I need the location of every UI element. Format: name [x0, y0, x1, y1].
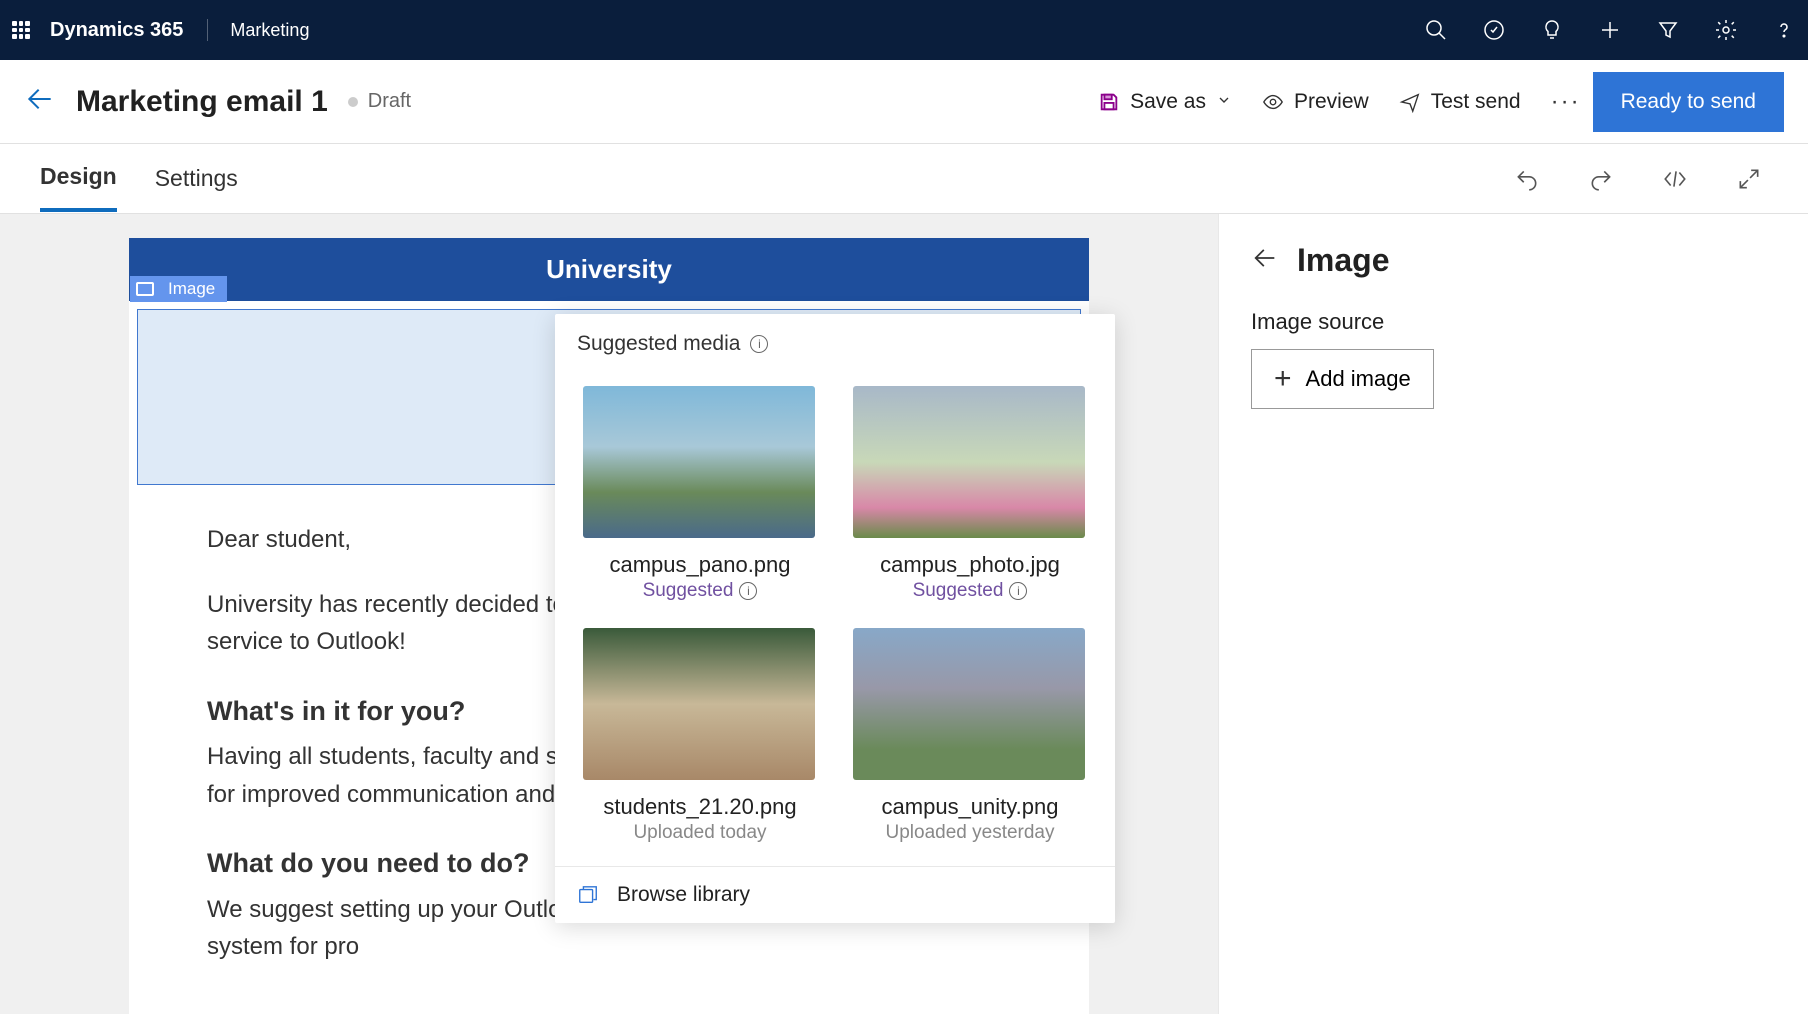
- plus-icon: +: [1274, 364, 1292, 394]
- status-badge: Draft: [368, 90, 411, 113]
- info-icon[interactable]: i: [750, 335, 768, 353]
- tab-bar: Design Settings: [0, 144, 1808, 214]
- media-meta: Uploaded yesterday: [853, 822, 1087, 844]
- brand-name[interactable]: Dynamics 365: [50, 19, 203, 42]
- lightbulb-icon[interactable]: [1540, 18, 1564, 42]
- app-launcher-icon[interactable]: [12, 21, 30, 39]
- add-icon[interactable]: [1598, 18, 1622, 42]
- undo-icon[interactable]: [1514, 166, 1540, 192]
- global-nav: Dynamics 365 Marketing: [0, 0, 1808, 60]
- status-dot: [348, 97, 358, 107]
- element-selection-tag[interactable]: Image: [130, 276, 227, 302]
- workspace: University Image Dear student, Universit…: [0, 214, 1808, 1014]
- media-header-label: Suggested media: [577, 332, 740, 356]
- tab-settings[interactable]: Settings: [155, 147, 238, 210]
- info-icon[interactable]: i: [739, 582, 757, 600]
- email-header[interactable]: University: [129, 238, 1089, 301]
- panel-back-button[interactable]: [1251, 244, 1279, 277]
- media-panel-header: Suggested media i: [555, 314, 1115, 364]
- chevron-down-icon[interactable]: [1216, 90, 1232, 114]
- test-send-label: Test send: [1431, 90, 1521, 114]
- page-title: Marketing email 1: [76, 85, 328, 119]
- library-icon: [577, 884, 599, 906]
- properties-panel: Image Image source + Add image: [1218, 214, 1808, 1014]
- media-filename: campus_photo.jpg: [853, 552, 1087, 578]
- media-thumbnail: [583, 386, 815, 538]
- browse-library-button[interactable]: Browse library: [555, 866, 1115, 923]
- add-image-button[interactable]: + Add image: [1251, 349, 1434, 409]
- target-icon[interactable]: [1482, 18, 1506, 42]
- media-filename: campus_unity.png: [853, 794, 1087, 820]
- search-icon[interactable]: [1424, 18, 1448, 42]
- element-tag-label: Image: [168, 279, 215, 299]
- add-image-label: Add image: [1306, 366, 1411, 392]
- gear-icon[interactable]: [1714, 18, 1738, 42]
- filter-icon[interactable]: [1656, 18, 1680, 42]
- media-thumbnail: [853, 386, 1085, 538]
- expand-icon[interactable]: [1736, 166, 1762, 192]
- preview-button[interactable]: Preview: [1262, 90, 1369, 114]
- media-meta: Suggestedi: [583, 580, 817, 602]
- code-icon[interactable]: [1662, 166, 1688, 192]
- media-item-1[interactable]: campus_pano.png Suggestedi: [583, 386, 817, 602]
- command-bar: Marketing email 1 Draft Save as Preview …: [0, 60, 1808, 144]
- save-as-label: Save as: [1130, 90, 1206, 114]
- brand-separator: [207, 19, 208, 41]
- save-as-button[interactable]: Save as: [1098, 90, 1232, 114]
- media-item-4[interactable]: campus_unity.png Uploaded yesterday: [853, 628, 1087, 844]
- more-actions-button[interactable]: ···: [1551, 88, 1581, 116]
- media-meta: Suggestedi: [853, 580, 1087, 602]
- ready-to-send-button[interactable]: Ready to send: [1593, 72, 1784, 132]
- module-name[interactable]: Marketing: [212, 20, 309, 41]
- browse-library-label: Browse library: [617, 883, 750, 907]
- help-icon[interactable]: [1772, 18, 1796, 42]
- media-thumbnail: [853, 628, 1085, 780]
- panel-title: Image: [1297, 242, 1389, 279]
- image-element-icon: [136, 282, 154, 296]
- media-filename: campus_pano.png: [583, 552, 817, 578]
- canvas-area: University Image Dear student, Universit…: [0, 214, 1218, 1014]
- media-meta: Uploaded today: [583, 822, 817, 844]
- media-item-3[interactable]: students_21.20.png Uploaded today: [583, 628, 817, 844]
- back-button[interactable]: [24, 83, 56, 120]
- suggested-media-panel: Suggested media i campus_pano.png Sugges…: [555, 314, 1115, 923]
- info-icon[interactable]: i: [1009, 582, 1027, 600]
- media-item-2[interactable]: campus_photo.jpg Suggestedi: [853, 386, 1087, 602]
- tab-design[interactable]: Design: [40, 145, 117, 212]
- redo-icon[interactable]: [1588, 166, 1614, 192]
- media-filename: students_21.20.png: [583, 794, 817, 820]
- test-send-button[interactable]: Test send: [1399, 90, 1521, 114]
- preview-label: Preview: [1294, 90, 1369, 114]
- media-thumbnail: [583, 628, 815, 780]
- image-source-label: Image source: [1251, 309, 1808, 335]
- media-grid: campus_pano.png Suggestedi campus_photo.…: [555, 364, 1115, 866]
